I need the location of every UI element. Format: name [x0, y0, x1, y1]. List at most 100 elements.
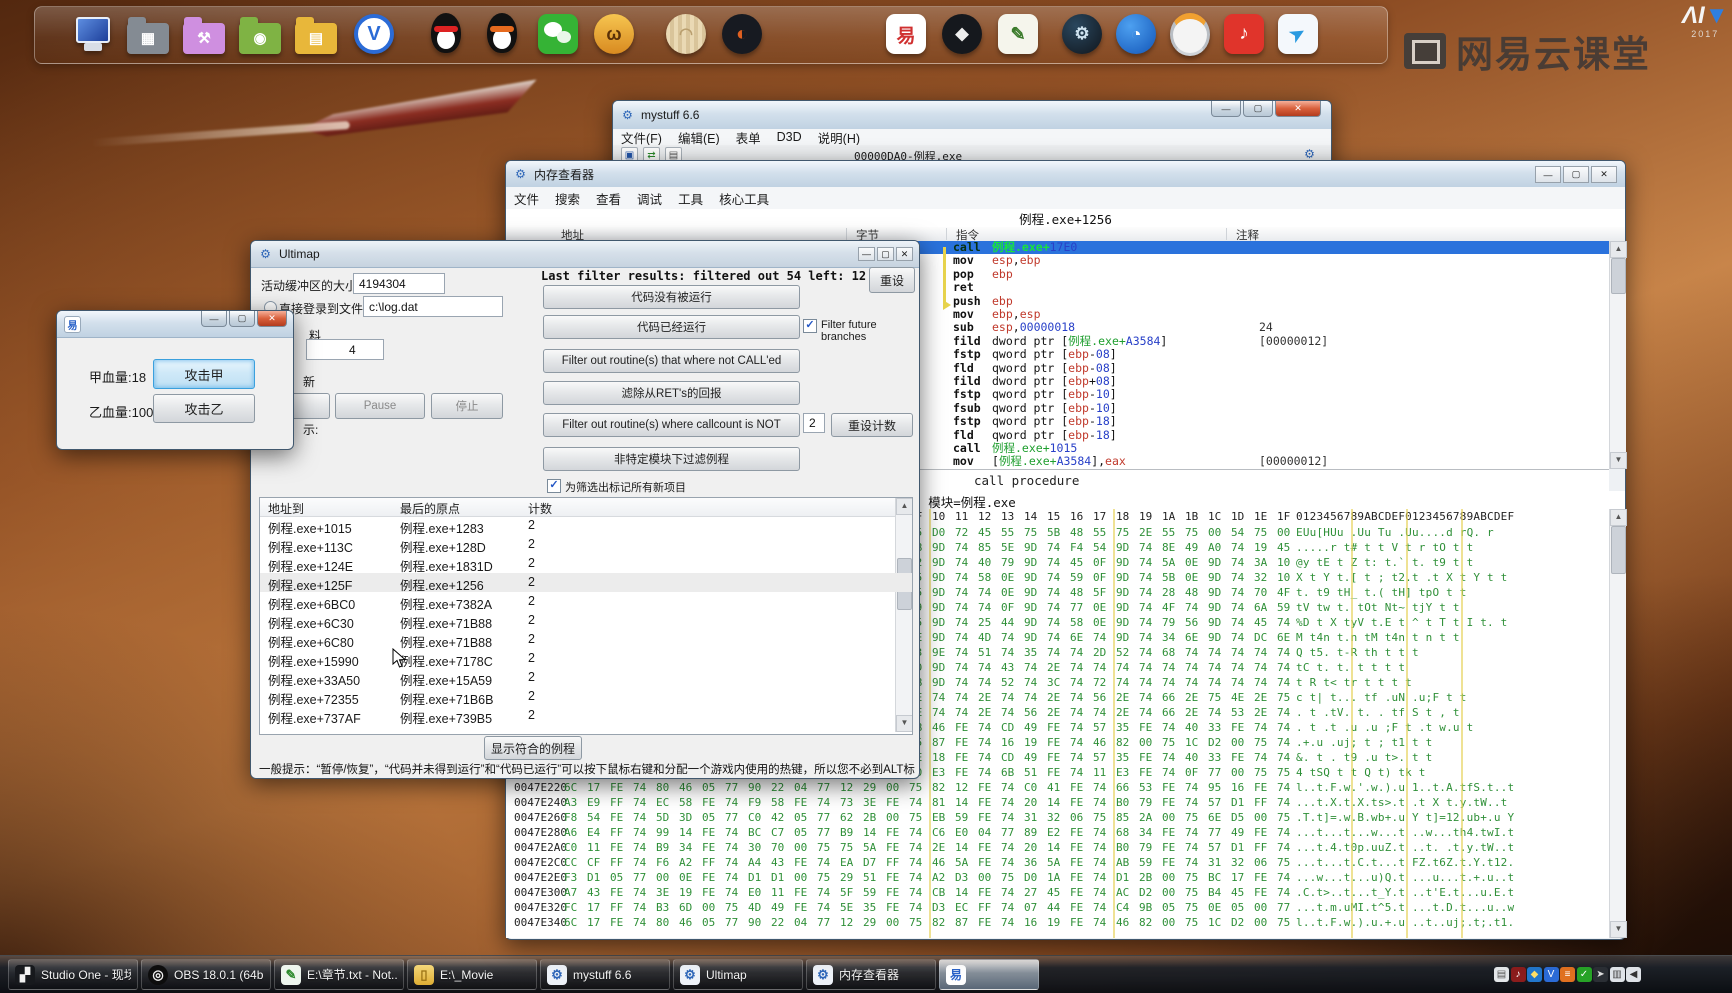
ultimap-list-row[interactable]: 例程.exe+15990例程.exe+7178C2 — [260, 649, 912, 668]
orange-tool-icon[interactable]: ≡ — [1560, 967, 1575, 982]
column-last-origin[interactable]: 最后的原点 — [400, 500, 460, 517]
taskbar-item-Ultimap[interactable]: ⚙Ultimap — [673, 959, 803, 990]
ultimap-list-row[interactable]: 例程.exe+72355例程.exe+71B6B2 — [260, 687, 912, 706]
memview-menu-item-4[interactable]: 工具 — [670, 187, 711, 210]
log-file-input[interactable] — [363, 296, 503, 317]
code-run-button[interactable]: 代码已经运行 — [543, 315, 800, 339]
column-count[interactable]: 计数 — [528, 500, 552, 517]
filter-ret-button[interactable]: 滤除从RET's的回报 — [543, 381, 800, 405]
scrollbar-thumb[interactable] — [1611, 526, 1626, 574]
taskbar-item-yi-app[interactable]: 易 — [939, 959, 1039, 990]
disasm-scrollbar[interactable]: ▲ ▼ — [1609, 241, 1626, 469]
scroll-down-icon[interactable]: ▼ — [1610, 921, 1627, 938]
ultimap-list-row[interactable]: 例程.exe+33A50例程.exe+15A592 — [260, 668, 912, 687]
pointer-tool-icon[interactable]: ➤ — [1593, 967, 1608, 982]
games-folder-icon[interactable]: ◉ — [238, 12, 282, 56]
filter-not-called-button[interactable]: Filter out routine(s) that where not CAL… — [543, 349, 800, 373]
attack-b-button[interactable]: 攻击乙 — [153, 394, 255, 423]
close-button[interactable]: ✕ — [1275, 101, 1321, 117]
memview-menu-item-3[interactable]: 调试 — [629, 187, 670, 210]
mass-effect-icon[interactable]: ◐ — [720, 12, 764, 56]
scrollbar-thumb[interactable] — [1611, 258, 1626, 294]
reset-button[interactable]: 重设 — [869, 267, 915, 293]
code-not-run-button[interactable]: 代码没有被运行 — [543, 285, 800, 309]
memview-menu-item-1[interactable]: 搜索 — [547, 187, 588, 210]
memview-menu-item-2[interactable]: 查看 — [588, 187, 629, 210]
v-app-icon[interactable]: V — [352, 12, 396, 56]
minimize-button[interactable]: — — [1211, 101, 1241, 117]
stop-button[interactable]: 停止 — [431, 393, 503, 419]
scroll-up-icon[interactable]: ▲ — [1610, 509, 1627, 526]
apps-folder-icon[interactable]: ▦ — [126, 12, 170, 56]
yi-language-icon[interactable]: 易 — [884, 12, 928, 56]
maximize-button[interactable]: ▢ — [229, 311, 255, 327]
browser-icon[interactable]: ◔ — [1114, 12, 1158, 56]
thunder-tray-icon[interactable]: ◆ — [1527, 967, 1542, 982]
taskbar-item-内存查看器[interactable]: ⚙内存查看器 — [806, 959, 936, 990]
overwatch-icon[interactable] — [1168, 12, 1212, 56]
maximize-button[interactable]: ▢ — [1243, 101, 1273, 117]
taskbar-item-E:\章节.txt - Not...[interactable]: ✎E:\章节.txt - Not... — [274, 959, 404, 990]
scroll-up-icon[interactable]: ▲ — [896, 498, 913, 515]
attack-a-button[interactable]: 攻击甲 — [153, 359, 255, 389]
hex-scrollbar[interactable]: ▲ ▼ — [1609, 509, 1626, 938]
ultimap-list-row[interactable]: 例程.exe+113C例程.exe+128D2 — [260, 535, 912, 554]
close-button[interactable]: ✕ — [1591, 166, 1617, 183]
volume-icon[interactable]: ◀ — [1626, 967, 1641, 982]
callcount-input[interactable] — [803, 413, 825, 433]
pause-button[interactable]: Pause — [335, 393, 425, 419]
ultimap-list-row[interactable]: 例程.exe+125F例程.exe+12562 — [260, 573, 912, 592]
memview-titlebar[interactable]: ⚙ 内存查看器 — [506, 161, 1625, 188]
filter-callcount-button[interactable]: Filter out routine(s) where callcount is… — [543, 413, 800, 437]
netease-music-icon[interactable]: ♪ — [1222, 12, 1266, 56]
ultimap-list-row[interactable]: 例程.exe+6C30例程.exe+71B882 — [260, 611, 912, 630]
green-guard-icon[interactable]: ✓ — [1577, 967, 1592, 982]
minimize-button[interactable]: — — [201, 311, 227, 327]
my-computer-icon[interactable] — [70, 12, 114, 56]
reset-count-button[interactable]: 重设计数 — [831, 413, 913, 437]
maximize-button[interactable]: ▢ — [1563, 166, 1589, 183]
taskbar-item-E:\_Movie[interactable]: ▯E:\_Movie — [407, 959, 537, 990]
xunlei-icon[interactable]: ➤ — [1276, 12, 1320, 56]
memview-menu-item-5[interactable]: 核心工具 — [711, 187, 777, 210]
steam-icon[interactable]: ⚙ — [1060, 12, 1104, 56]
module-filter-button[interactable]: 非特定模块下过滤例程 — [543, 447, 800, 471]
qq-2-icon[interactable] — [480, 12, 524, 56]
minimize-button[interactable]: — — [858, 247, 875, 261]
memview-menu-item-0[interactable]: 文件 — [506, 187, 547, 210]
taskbar-item-Studio One - 现场[interactable]: ▞Studio One - 现场 — [8, 959, 138, 990]
close-button[interactable]: ✕ — [257, 311, 287, 327]
yy-voice-icon[interactable]: ω — [592, 12, 636, 56]
ultimap-list-row[interactable]: 例程.exe+1015例程.exe+12832 — [260, 516, 912, 535]
column-address-to[interactable]: 地址到 — [268, 500, 304, 517]
keyboard-icon[interactable]: ▤ — [1494, 967, 1509, 982]
ultimap-list-row[interactable]: 例程.exe+6BC0例程.exe+7382A2 — [260, 592, 912, 611]
taskbar-item-OBS 18.0.1 (64b...[interactable]: ◎OBS 18.0.1 (64b... — [141, 959, 271, 990]
notepad-icon[interactable]: ✎ — [996, 12, 1040, 56]
buffer-size-input[interactable] — [353, 273, 445, 294]
network-icon[interactable]: ▥ — [1610, 967, 1625, 982]
ultimap-list-row[interactable]: 例程.exe+6C80例程.exe+71B882 — [260, 630, 912, 649]
taskbar-item-mystuff 6.6[interactable]: ⚙mystuff 6.6 — [540, 959, 670, 990]
v-tray-icon[interactable]: V — [1544, 967, 1559, 982]
fragment-input[interactable] — [306, 339, 384, 360]
ultimap-list-row[interactable]: 例程.exe+124E例程.exe+1831D2 — [260, 554, 912, 573]
maximize-button[interactable]: ▢ — [877, 247, 894, 261]
ultimap-results-list[interactable]: 地址到 最后的原点 计数 ▲ ▼ 例程.exe+1015例程.exe+12832… — [259, 497, 913, 735]
docs-folder-icon[interactable]: ▤ — [294, 12, 338, 56]
show-matching-button[interactable]: 显示符合的例程 — [484, 736, 582, 760]
tools-folder-icon[interactable]: ⚒ — [182, 12, 226, 56]
minimize-button[interactable]: — — [1535, 166, 1561, 183]
ultimap-list-row[interactable]: 例程.exe+737AF例程.exe+739B52 — [260, 706, 912, 725]
mark-new-checkbox[interactable]: ✓为筛选出标记所有新项目 — [547, 479, 686, 495]
qq-icon[interactable] — [424, 12, 468, 56]
shell-app-icon[interactable]: ◠ — [664, 12, 708, 56]
wechat-icon[interactable] — [536, 12, 580, 56]
mystuff-menu-item-3[interactable]: D3D — [769, 128, 810, 146]
unity-icon[interactable]: ◆ — [940, 12, 984, 56]
scroll-up-icon[interactable]: ▲ — [1610, 241, 1627, 258]
ultimap-titlebar[interactable]: ⚙ Ultimap — [251, 241, 919, 268]
filter-future-checkbox[interactable]: ✓Filter future branches — [803, 319, 919, 343]
close-button[interactable]: ✕ — [896, 247, 913, 261]
music-player-icon[interactable]: ♪ — [1511, 967, 1526, 982]
